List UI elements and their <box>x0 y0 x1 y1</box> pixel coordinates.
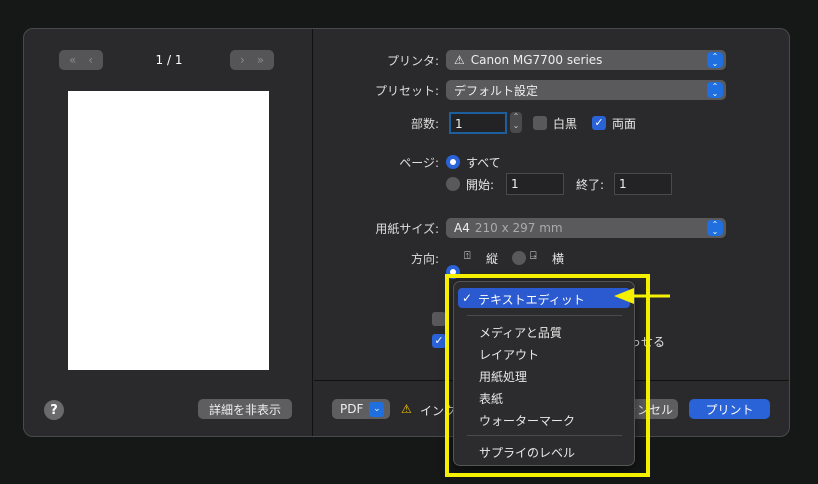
chevron-updown-icon: ⌃ ⌄ <box>707 52 723 68</box>
option-checkbox-1[interactable] <box>432 312 446 326</box>
bw-checkbox[interactable] <box>533 116 547 130</box>
print-dialog: «‹ 1 / 1 ›» ? 詳細を非表示 プリンタ: ⚠ Canon MG7700… <box>23 28 790 437</box>
paper-size-label: 用紙サイズ: <box>375 222 439 236</box>
arrow-annotation-icon <box>614 288 670 304</box>
preset-select[interactable]: デフォルト設定 ⌃ ⌄ <box>446 80 726 100</box>
duplex-checkbox[interactable]: ✓ <box>592 116 606 130</box>
orientation-label: 方向: <box>410 252 439 266</box>
pages-from-label: 開始: <box>466 178 495 192</box>
pdf-menu-button[interactable]: PDF ⌄ <box>332 399 390 419</box>
duplex-label: 両面 <box>612 117 637 131</box>
pages-to-input[interactable]: 1 <box>614 173 672 195</box>
warning-icon: ⚠ <box>454 53 465 67</box>
prev-page-icon[interactable]: ‹ <box>88 53 93 67</box>
landscape-icon: ⍈ <box>530 249 537 262</box>
preset-value: デフォルト設定 <box>454 83 539 98</box>
paper-size-select[interactable]: A4 210 x 297 mm ⌃ ⌄ <box>446 218 726 238</box>
next-page-icon[interactable]: › <box>240 53 245 67</box>
pages-range-radio[interactable] <box>446 177 460 191</box>
first-page-icon[interactable]: « <box>69 53 76 67</box>
hide-details-button[interactable]: 詳細を非表示 <box>198 399 292 419</box>
copies-stepper[interactable]: ⌃ ⌄ <box>510 112 522 133</box>
preview-pane: «‹ 1 / 1 ›» ? 詳細を非表示 <box>24 29 313 436</box>
pages-to-label: 終了: <box>576 178 605 192</box>
paper-dims: 210 x 297 mm <box>474 221 563 235</box>
chevron-updown-icon: ⌃ ⌄ <box>707 220 723 236</box>
option-checkbox-2[interactable]: ✓ <box>432 334 446 348</box>
next-last-page-buttons[interactable]: ›» <box>230 50 274 70</box>
landscape-radio[interactable] <box>512 251 526 265</box>
help-button[interactable]: ? <box>44 400 64 420</box>
pages-label: ページ: <box>399 156 439 170</box>
pages-from-input[interactable]: 1 <box>506 173 564 195</box>
page-preview <box>68 91 269 370</box>
page-indicator: 1 / 1 <box>155 53 183 67</box>
portrait-icon: ⍐ <box>464 249 471 262</box>
bw-label: 白黒 <box>553 117 578 131</box>
preset-label: プリセット: <box>374 84 439 98</box>
copies-label: 部数: <box>410 117 439 131</box>
chevron-down-icon: ⌄ <box>369 401 385 417</box>
printer-select[interactable]: ⚠ Canon MG7700 series ⌃ ⌄ <box>446 50 726 70</box>
pdf-label: PDF <box>340 402 364 416</box>
warning-icon: ⚠ <box>401 402 412 416</box>
paper-size-value: A4 <box>454 221 470 235</box>
copies-input[interactable]: 1 <box>449 112 507 134</box>
pages-all-label: すべて <box>466 156 501 170</box>
portrait-label: 縦 <box>486 252 499 266</box>
pages-all-radio[interactable] <box>446 155 460 169</box>
first-prev-page-buttons[interactable]: «‹ <box>59 50 103 70</box>
printer-label: プリンタ: <box>386 54 439 68</box>
last-page-icon[interactable]: » <box>257 53 264 67</box>
landscape-label: 横 <box>552 252 565 266</box>
print-button[interactable]: プリント <box>689 399 770 419</box>
printer-value: Canon MG7700 series <box>470 53 603 67</box>
chevron-updown-icon: ⌃ ⌄ <box>707 82 723 98</box>
